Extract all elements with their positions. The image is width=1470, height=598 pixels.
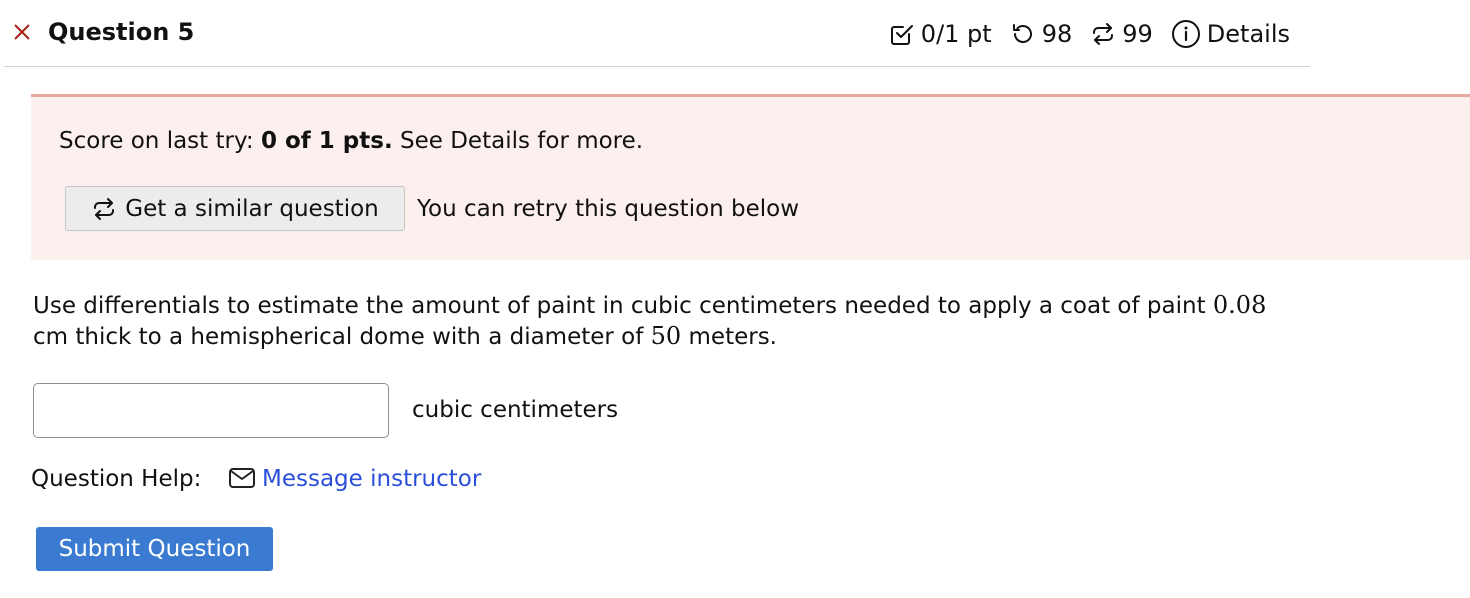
diameter-value: 50 xyxy=(650,322,682,350)
question-text-part1: Use differentials to estimate the amount… xyxy=(33,293,1213,319)
submit-question-button[interactable]: Submit Question xyxy=(36,527,273,571)
details-label: Details xyxy=(1206,20,1290,48)
question-text-part3: meters. xyxy=(681,324,778,350)
retries-value: 99 xyxy=(1122,20,1153,48)
points-value: 0/1 pt xyxy=(920,20,992,48)
points-stat: 0/1 pt xyxy=(889,18,992,50)
mail-icon xyxy=(229,468,255,488)
info-icon xyxy=(1171,20,1200,48)
score-alert: Score on last try: 0 of 1 pts. See Detai… xyxy=(31,94,1470,260)
question-text-part2: cm thick to a hemispherical dome with a … xyxy=(33,324,651,350)
question-help-label: Question Help: xyxy=(31,466,202,492)
question-header: Question 5 0/1 pt 98 99 Details xyxy=(4,0,1310,67)
attempts-value: 98 xyxy=(1041,20,1073,48)
similar-question-button[interactable]: Get a similar question xyxy=(65,186,405,231)
score-suffix: See Details for more. xyxy=(392,128,644,154)
close-icon[interactable] xyxy=(12,22,32,42)
question-title: Question 5 xyxy=(48,18,195,46)
repeat-icon xyxy=(94,197,115,220)
undo-icon xyxy=(1012,24,1032,43)
answer-unit-label: cubic centimeters xyxy=(412,397,619,423)
attempts-stat: 98 xyxy=(1010,18,1073,50)
retry-hint: You can retry this question below xyxy=(417,196,800,222)
score-prefix: Score on last try: xyxy=(59,128,261,154)
repeat-icon xyxy=(1093,23,1114,45)
question-text: Use differentials to estimate the amount… xyxy=(33,290,1303,352)
last-score-text: Score on last try: 0 of 1 pts. See Detai… xyxy=(59,125,643,157)
details-button[interactable]: Details xyxy=(1171,18,1290,50)
question-page: Question 5 0/1 pt 98 99 Details Score on… xyxy=(0,0,1470,598)
similar-question-label: Get a similar question xyxy=(125,195,379,222)
retries-stat: 99 xyxy=(1090,18,1153,50)
thickness-value: 0.08 xyxy=(1212,291,1267,319)
message-instructor-link[interactable]: Message instructor xyxy=(262,463,481,495)
question-stats: 0/1 pt 98 99 Details xyxy=(889,14,1290,54)
checkbox-icon xyxy=(890,25,913,45)
answer-input[interactable] xyxy=(33,383,389,438)
score-value: 0 of 1 pts. xyxy=(260,128,393,154)
